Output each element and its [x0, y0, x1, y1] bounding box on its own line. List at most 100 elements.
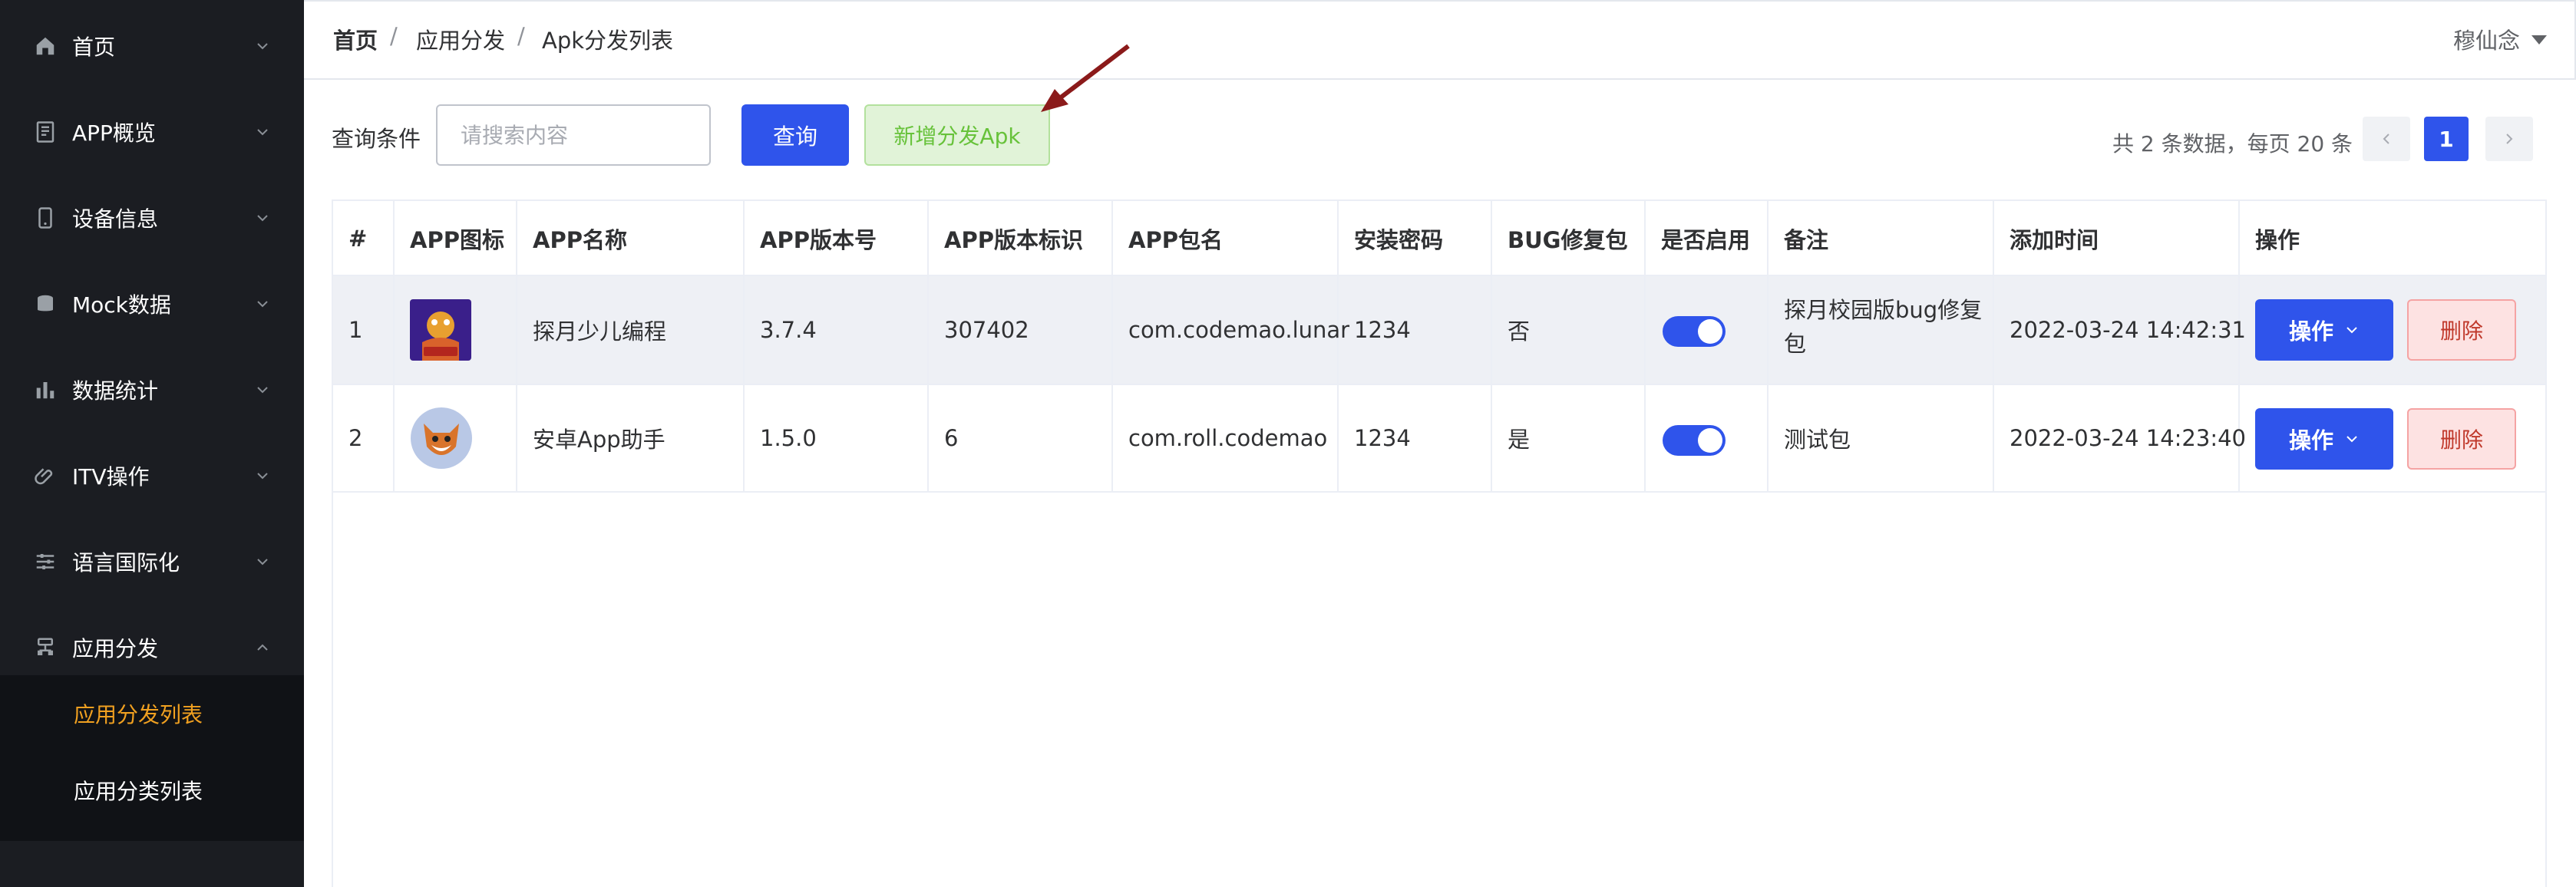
breadcrumb-app-distribution[interactable]: 应用分发 [416, 23, 505, 55]
user-menu[interactable]: 穆仙念 [2453, 23, 2520, 55]
table-divider [1767, 201, 1769, 493]
cell-added-time: 2022-03-24 14:42:31 [2010, 317, 2246, 343]
database-icon [38, 295, 53, 312]
breadcrumb-separator: / [517, 23, 525, 49]
sidebar-item-label: ITV操作 [72, 464, 150, 490]
sidebar: 首页 APP概览 设备信息 Mock数据 数据统计 ITV操作 语言国际化 应用… [0, 0, 304, 887]
query-label: 查询条件 [332, 126, 421, 152]
chevron-right-icon [2506, 134, 2513, 144]
table-divider [516, 201, 517, 493]
sidebar-item-device-info[interactable]: 设备信息 [0, 175, 304, 261]
sidebar-subitem-label: 应用分类列表 [74, 779, 203, 804]
chevron-down-icon [257, 129, 268, 136]
add-apk-button[interactable]: 新增分发Apk [864, 104, 1050, 166]
cell-remark: 探月校园版bug修复包 [1784, 297, 1983, 357]
app-logo-lunar-icon [410, 299, 471, 361]
actions-dropdown-button[interactable]: 操作 [2255, 299, 2393, 361]
prev-page-button[interactable] [2363, 117, 2410, 161]
sidebar-item-i18n[interactable]: 语言国际化 [0, 519, 304, 605]
sidebar-submenu: 应用分发列表 应用分类列表 [0, 675, 304, 841]
cell-version: 3.7.4 [760, 317, 817, 343]
chevron-down-icon [2346, 327, 2357, 334]
delete-button[interactable]: 删除 [2407, 299, 2516, 361]
sidebar-item-mock-data[interactable]: Mock数据 [0, 261, 304, 347]
next-page-button[interactable] [2485, 117, 2533, 161]
sidebar-item-home[interactable]: 首页 [0, 3, 304, 89]
sidebar-subitem-category-list[interactable]: 应用分类列表 [0, 752, 304, 829]
document-icon [36, 121, 54, 143]
column-header-version: APP版本号 [760, 227, 877, 253]
breadcrumb-home[interactable]: 首页 [333, 23, 378, 55]
cell-index: 2 [348, 425, 363, 451]
cell-package: com.roll.codemao [1128, 425, 1328, 451]
sidebar-item-label: 设备信息 [72, 206, 159, 232]
paperclip-icon [35, 468, 53, 485]
cell-bugfix: 是 [1508, 427, 1531, 453]
cell-version-code: 307402 [944, 317, 1029, 343]
enabled-toggle[interactable] [1663, 316, 1726, 347]
sidebar-subitem-apk-list[interactable]: 应用分发列表 [0, 675, 304, 752]
cell-password: 1234 [1354, 317, 1411, 343]
column-header-actions: 操作 [2255, 227, 2300, 253]
search-input[interactable] [436, 104, 711, 166]
cell-remark: 测试包 [1784, 427, 1851, 453]
column-header-index: # [348, 226, 368, 252]
chevron-down-icon [257, 559, 268, 566]
column-header-enabled: 是否启用 [1661, 227, 1751, 253]
chevron-down-icon [257, 215, 268, 222]
bar-chart-icon [36, 382, 54, 399]
chevron-up-icon [257, 644, 268, 651]
chevron-down-icon [257, 301, 268, 308]
apk-table: # APP图标 APP名称 APP版本号 APP版本标识 APP包名 安装密码 … [332, 199, 2547, 887]
cell-bugfix: 否 [1508, 318, 1531, 345]
actions-button-label: 操作 [2288, 427, 2333, 453]
chevron-left-icon [2383, 134, 2389, 144]
column-header-version-code: APP版本标识 [944, 227, 1083, 253]
chevron-down-icon [257, 43, 268, 50]
pagination-info: 共 2 条数据，每页 20 条 [2112, 131, 2353, 157]
actions-dropdown-button[interactable]: 操作 [2255, 408, 2393, 470]
table-divider [393, 201, 395, 493]
column-header-added-time: 添加时间 [2010, 227, 2099, 253]
chevron-down-icon [2346, 436, 2357, 443]
sidebar-item-itv[interactable]: ITV操作 [0, 433, 304, 519]
sidebar-item-label: 语言国际化 [72, 550, 180, 575]
chevron-down-icon [257, 387, 268, 394]
delete-button[interactable]: 删除 [2407, 408, 2516, 470]
column-header-remark: 备注 [1784, 227, 1829, 253]
cell-package: com.codemao.lunar [1128, 317, 1350, 343]
cell-index: 1 [348, 317, 363, 343]
cell-version: 1.5.0 [760, 425, 817, 451]
breadcrumb-separator: / [390, 23, 398, 49]
column-header-password: 安装密码 [1354, 227, 1444, 253]
table-divider [1491, 201, 1492, 493]
sidebar-subitem-label: 应用分发列表 [74, 702, 203, 727]
home-icon [36, 37, 54, 55]
chevron-down-icon [257, 473, 268, 480]
sidebar-item-label: Mock数据 [72, 292, 171, 318]
table-divider [1993, 201, 1994, 493]
column-header-icon: APP图标 [410, 227, 504, 253]
caret-down-icon[interactable] [2531, 35, 2547, 45]
app-logo-fox-icon [411, 407, 472, 469]
cell-added-time: 2022-03-24 14:23:40 [2010, 425, 2246, 451]
table-divider [1644, 201, 1646, 493]
page-number-current[interactable]: 1 [2424, 117, 2469, 161]
query-button[interactable]: 查询 [741, 104, 849, 166]
sidebar-item-label: 数据统计 [72, 378, 159, 404]
sliders-icon [36, 554, 54, 569]
column-header-bugfix: BUG修复包 [1508, 227, 1628, 253]
sidebar-item-label: 首页 [72, 35, 116, 60]
table-divider [1111, 201, 1113, 493]
cell-password: 1234 [1354, 425, 1411, 451]
sidebar-item-app-overview[interactable]: APP概览 [0, 89, 304, 175]
cell-version-code: 6 [944, 425, 959, 451]
table-divider [333, 491, 2545, 493]
enabled-toggle[interactable] [1663, 425, 1726, 456]
actions-button-label: 操作 [2288, 318, 2333, 345]
cell-app-name: 探月少儿编程 [533, 318, 667, 345]
sidebar-item-statistics[interactable]: 数据统计 [0, 347, 304, 433]
table-divider [743, 201, 745, 493]
column-header-package: APP包名 [1128, 227, 1223, 253]
cell-app-name: 安卓App助手 [533, 427, 665, 453]
